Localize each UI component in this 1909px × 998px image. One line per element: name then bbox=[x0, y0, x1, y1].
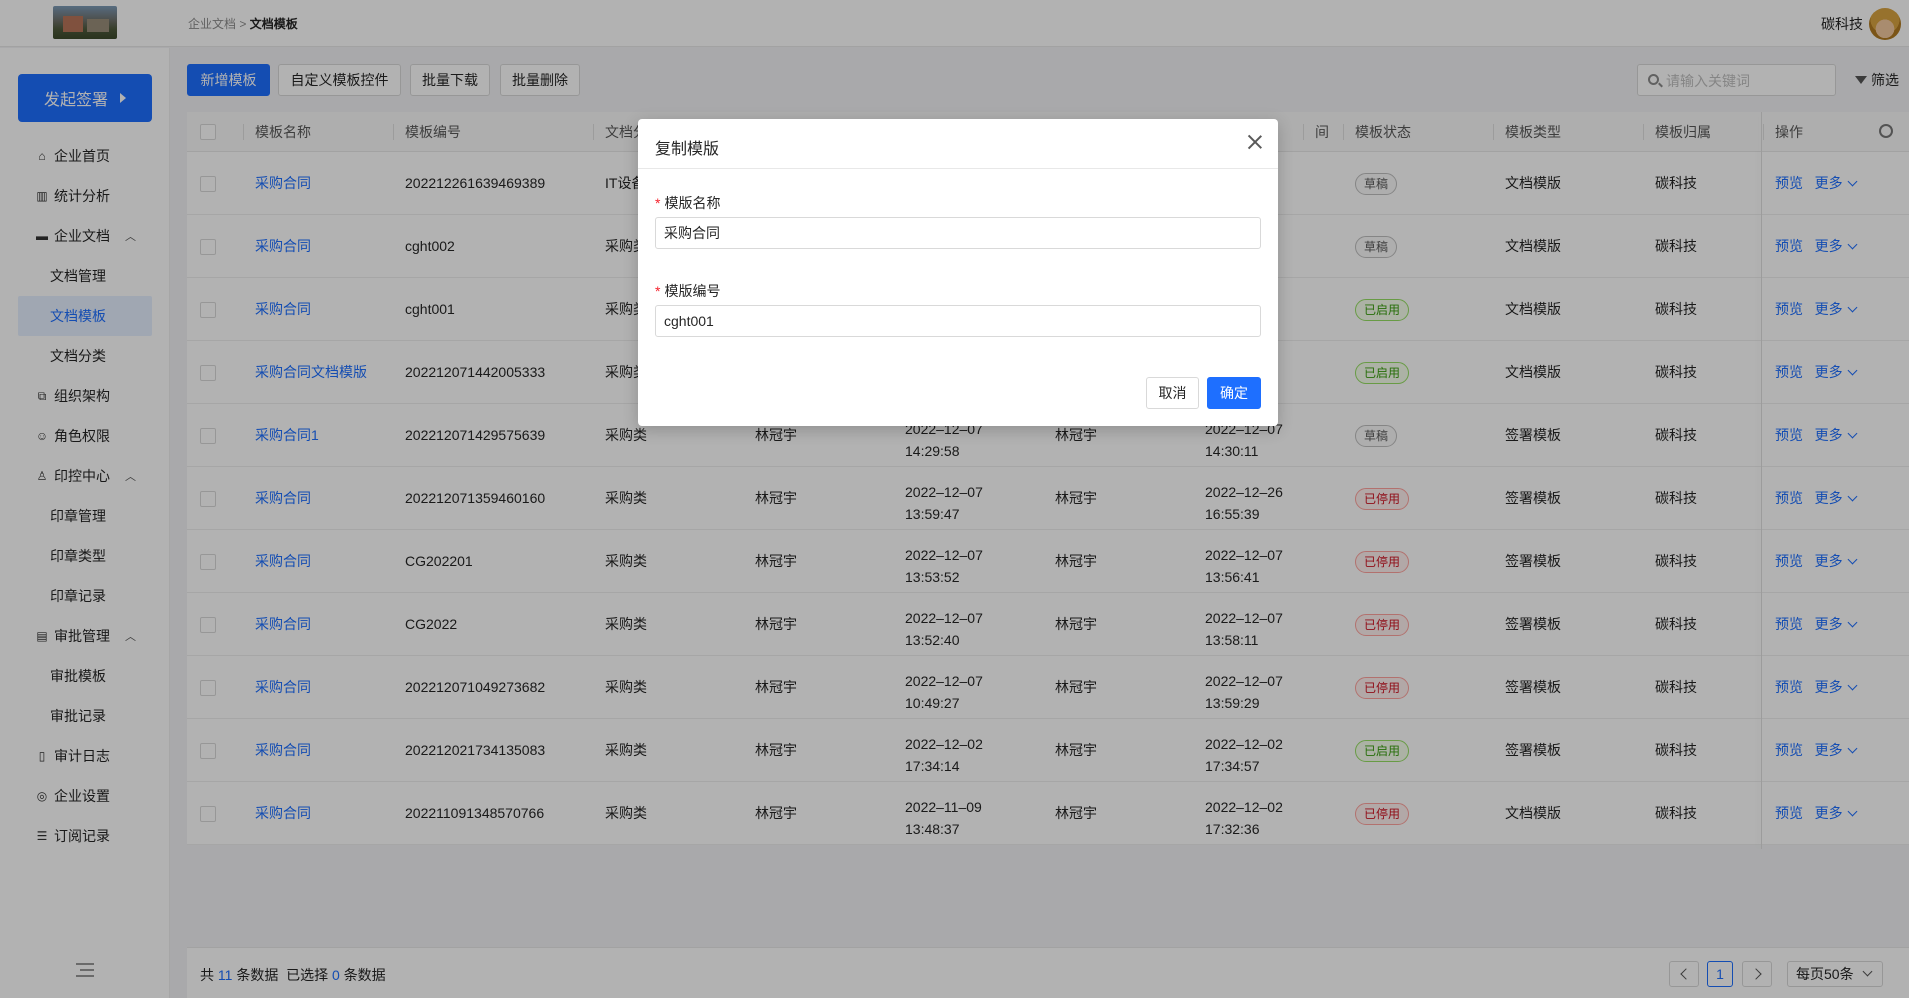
template-code-input[interactable] bbox=[655, 305, 1261, 337]
dialog-header: 复制模版 bbox=[638, 119, 1278, 169]
close-icon[interactable] bbox=[1248, 135, 1262, 149]
cancel-button[interactable]: 取消 bbox=[1146, 377, 1199, 409]
dialog-title: 复制模版 bbox=[655, 141, 720, 158]
confirm-button[interactable]: 确定 bbox=[1207, 377, 1261, 409]
template-name-input[interactable] bbox=[655, 217, 1261, 249]
template-code-label-text: 模版编号 bbox=[664, 283, 721, 299]
required-mark: * bbox=[655, 195, 661, 211]
template-name-label-text: 模版名称 bbox=[664, 195, 721, 211]
required-mark: * bbox=[655, 283, 661, 299]
template-code-label: * 模版编号 bbox=[655, 281, 720, 301]
template-name-label: * 模版名称 bbox=[655, 193, 720, 213]
copy-template-dialog: 复制模版 *模版名称 *模版编号 取消 确定 bbox=[638, 119, 1278, 426]
